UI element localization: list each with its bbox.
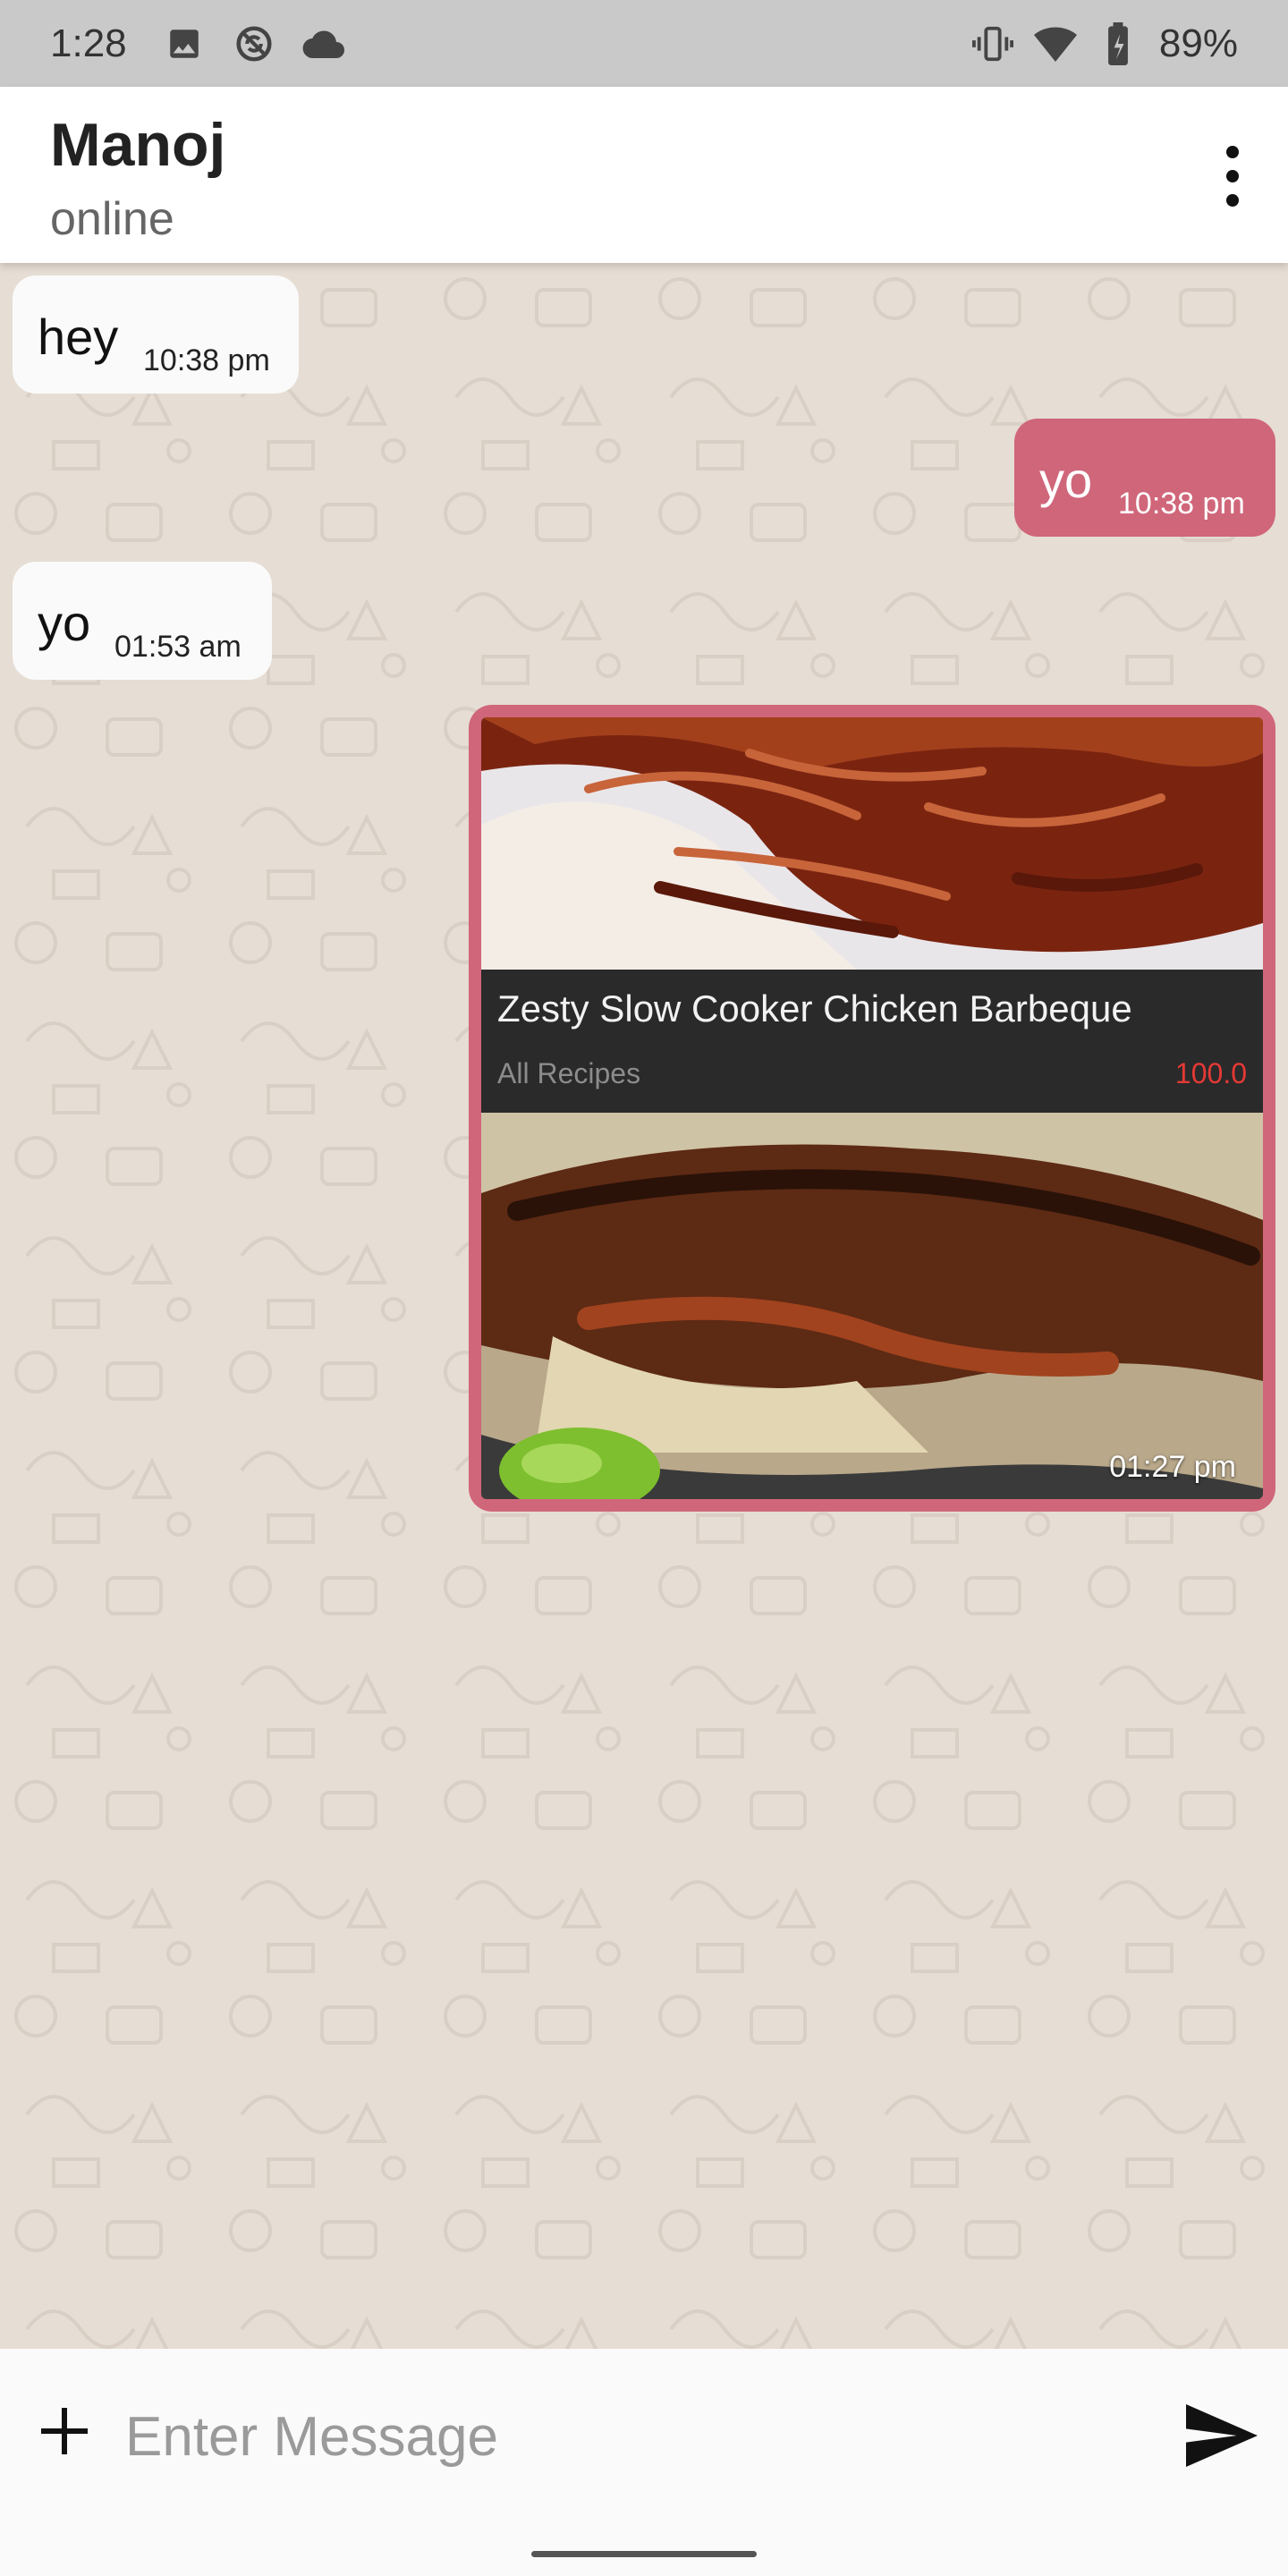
image-icon: [163, 22, 206, 65]
message-text: hey: [38, 309, 119, 365]
message-time: 01:27 pm: [1109, 1450, 1236, 1484]
status-time: 1:28: [50, 21, 127, 65]
recipe-title: Zesty Slow Cooker Chicken Barbeque: [497, 987, 1132, 1030]
incoming-message-bubble[interactable]: yo 01:53 am: [13, 562, 272, 680]
recipe-price: 100.0: [1174, 1057, 1247, 1089]
vibrate-icon: [971, 22, 1014, 65]
home-gesture-handle[interactable]: [531, 2551, 757, 2557]
sync-icon: [233, 22, 275, 65]
recipe-image-bbq-chicken[interactable]: [481, 717, 1263, 970]
incoming-message-bubble[interactable]: hey 10:38 pm: [13, 275, 299, 394]
status-right: 89%: [971, 21, 1238, 66]
battery-percentage: 89%: [1158, 21, 1238, 65]
more-vert-icon[interactable]: [1213, 140, 1252, 212]
recipe-card-content: Zesty Slow Cooker Chicken Barbeque All R…: [481, 717, 1263, 1499]
battery-icon: [1097, 21, 1140, 65]
menu-dot: [1226, 146, 1239, 158]
wifi-icon: [1033, 22, 1077, 65]
plus-icon[interactable]: [38, 2404, 91, 2458]
contact-status: online: [50, 193, 174, 245]
message-time: 10:38 pm: [143, 343, 270, 377]
message-input[interactable]: [125, 2394, 1145, 2479]
menu-dot: [1226, 194, 1239, 207]
outgoing-message-bubble[interactable]: yo 10:38 pm: [1014, 419, 1275, 537]
message-text: yo: [38, 595, 91, 651]
cloud-icon: [302, 22, 345, 65]
message-time: 10:38 pm: [1118, 487, 1245, 521]
send-icon[interactable]: [1186, 2404, 1258, 2467]
chat-screen: 1:28 89% Manoj online hey 10:38 pm yo 10…: [0, 0, 1288, 2576]
system-nav-bar: [0, 2526, 1288, 2576]
recipe-source: All Recipes: [497, 1057, 641, 1089]
chat-header: Manoj online: [0, 87, 1288, 263]
message-time: 01:53 am: [114, 630, 242, 664]
status-bar: 1:28 89%: [0, 0, 1288, 87]
message-input-bar: [0, 2349, 1288, 2526]
recipe-info-panel: Zesty Slow Cooker Chicken Barbeque All R…: [481, 970, 1263, 1113]
message-text: yo: [1039, 452, 1093, 508]
menu-dot: [1226, 170, 1239, 182]
shared-recipe-card[interactable]: Zesty Slow Cooker Chicken Barbeque All R…: [469, 705, 1275, 1512]
contact-name[interactable]: Manoj: [50, 110, 225, 180]
recipe-image-grilled-meat[interactable]: 01:27 pm: [481, 1113, 1263, 1499]
